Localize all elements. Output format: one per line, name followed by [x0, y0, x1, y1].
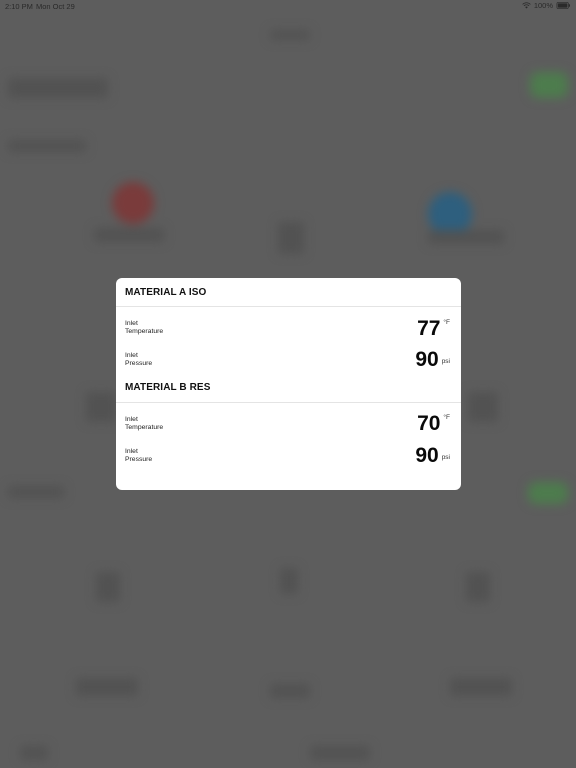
label-line: Pressure: [125, 360, 153, 367]
label-line: Temperature: [125, 328, 164, 335]
section-title-material-a: MATERIAL A ISO: [125, 287, 207, 298]
label-line: Inlet: [125, 416, 138, 423]
divider: [116, 306, 461, 307]
label-line: Pressure: [125, 456, 153, 463]
label-line: Temperature: [125, 424, 164, 431]
background-right-item: [468, 392, 498, 422]
value-a-temperature: 77 °F: [417, 318, 450, 339]
divider: [116, 402, 461, 403]
reading-unit: °F: [443, 319, 450, 326]
label-line: Inlet: [125, 320, 138, 327]
reading-unit: °F: [443, 414, 450, 421]
reading-value: 77: [417, 317, 441, 340]
reading-unit: psi: [441, 358, 450, 365]
label-line: Inlet: [125, 352, 138, 359]
label-line: Inlet: [125, 448, 138, 455]
background-label-b: [428, 230, 504, 244]
battery-percent: 100%: [533, 1, 553, 10]
background-status-button-2: [528, 482, 568, 504]
reading-value: 90: [415, 348, 439, 371]
background-tab-2: [310, 746, 370, 760]
material-readings-modal: MATERIAL A ISO Inlet Temperature 77 °F I…: [116, 278, 461, 490]
battery-icon: [556, 2, 570, 9]
reading-value: 90: [415, 444, 439, 467]
reading-unit: psi: [441, 454, 450, 461]
background-left-item: [86, 392, 116, 422]
background-footer-center: [270, 684, 310, 698]
indicator-a-icon: [112, 182, 154, 224]
background-header-title: [270, 30, 310, 40]
status-time: 2:10 PM: [5, 2, 33, 11]
background-footer-left: [76, 678, 138, 696]
status-bar: 2:10 PM Mon Oct 29 100%: [0, 0, 576, 12]
background-footer-right: [450, 678, 512, 696]
background-label-a: [94, 228, 164, 242]
value-a-pressure: 90 psi: [415, 349, 450, 370]
background-gauge-2: [280, 568, 298, 594]
background-section-label: [8, 140, 86, 152]
background-center-item: [278, 222, 304, 254]
status-date: Mon Oct 29: [36, 2, 75, 11]
reading-value: 70: [417, 412, 441, 435]
row-label-a-pressure: Inlet Pressure: [125, 352, 152, 368]
row-label-a-temperature: Inlet Temperature: [125, 320, 163, 336]
background-status-button: [530, 72, 568, 98]
row-label-b-temperature: Inlet Temperature: [125, 416, 163, 432]
row-label-b-pressure: Inlet Pressure: [125, 448, 152, 464]
section-title-material-b: MATERIAL B RES: [125, 382, 211, 393]
background-gauge-1: [96, 572, 120, 602]
background-section-label-2: [8, 486, 64, 498]
background-info-block: [8, 78, 108, 98]
background-gauge-3: [466, 572, 490, 602]
value-b-temperature: 70 °F: [417, 413, 450, 434]
wifi-icon: [522, 2, 531, 9]
background-tab-1: [20, 746, 48, 760]
status-right: 100%: [522, 1, 571, 10]
value-b-pressure: 90 psi: [415, 445, 450, 466]
